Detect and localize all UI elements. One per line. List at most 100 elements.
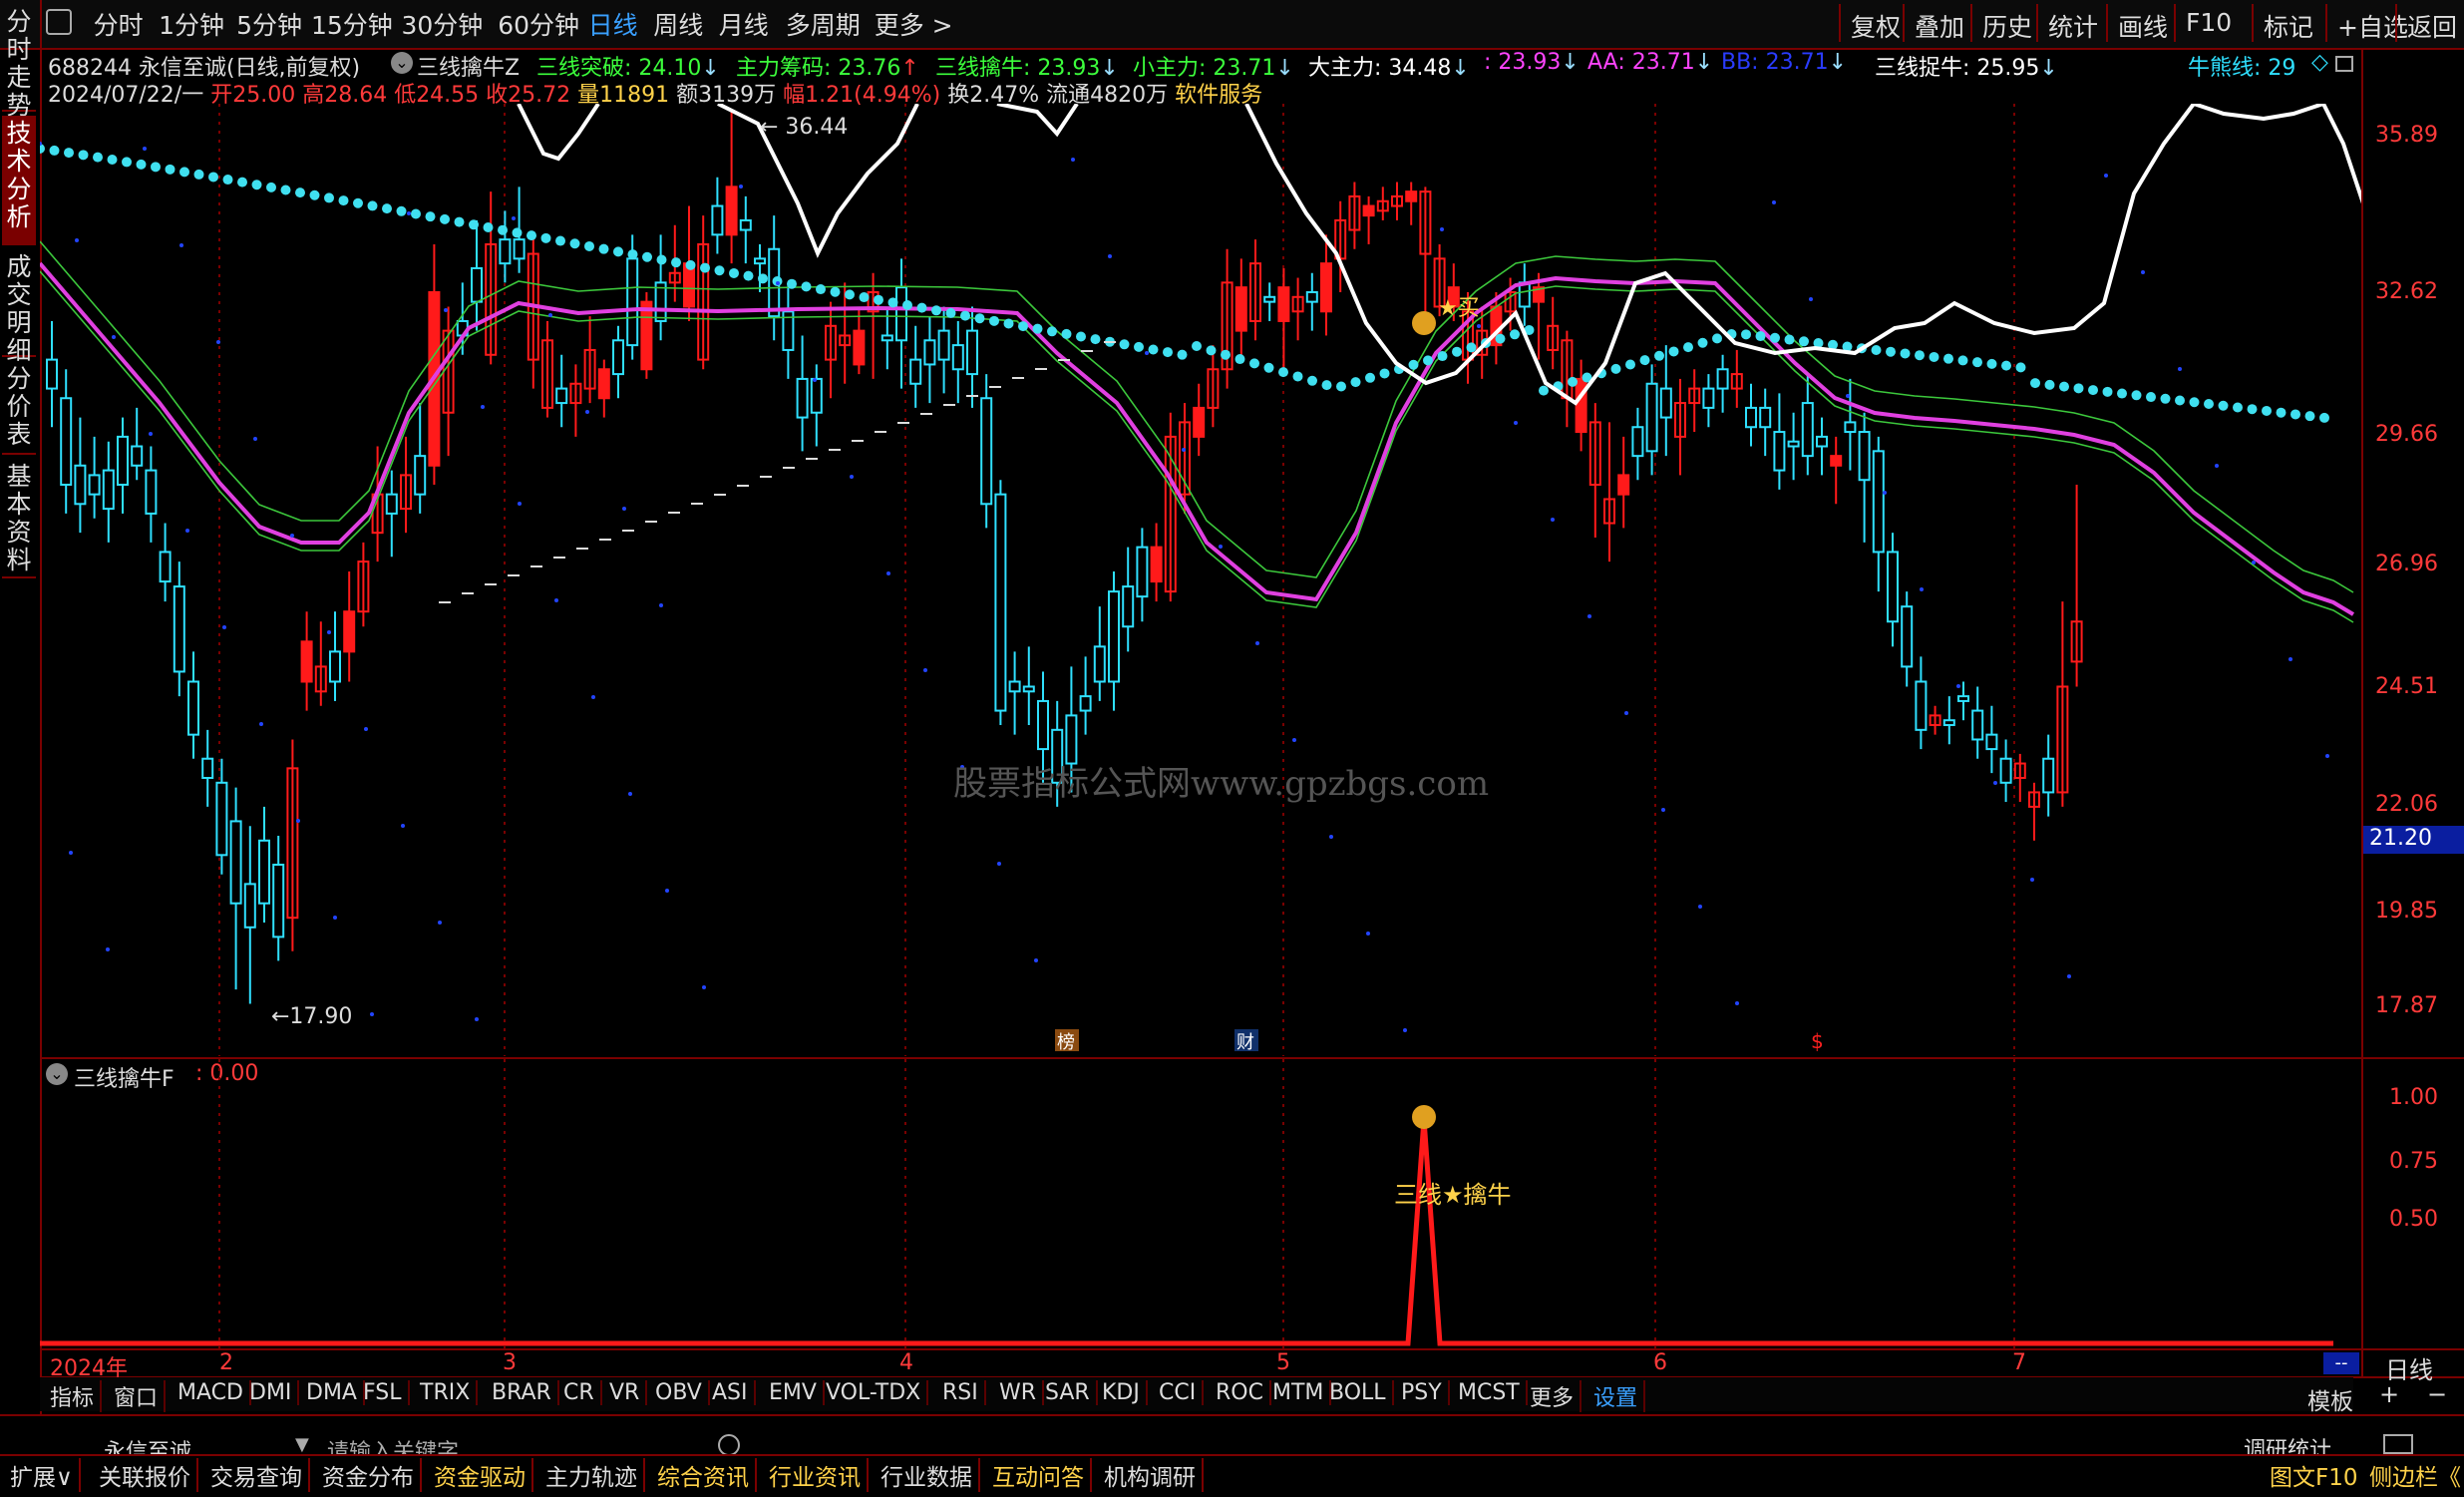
indicator-tab[interactable]: SAR [1039, 1380, 1098, 1405]
side-tab-profile[interactable]: 基本资料 [2, 459, 36, 578]
candle [1221, 248, 1233, 389]
indicator-tab[interactable]: WR [993, 1380, 1045, 1405]
toolbar-button[interactable]: 历史 [1970, 4, 2042, 42]
side-tab-price-table[interactable]: 分价表 [2, 361, 36, 455]
side-tab-trades[interactable]: 成交明细 [2, 249, 36, 365]
footer-tab[interactable]: 交易查询 [204, 1458, 310, 1492]
footer-tab[interactable]: 综合资讯 [651, 1458, 757, 1492]
footer-tab[interactable]: 主力轨迹 [539, 1458, 645, 1492]
footer-tab[interactable]: 互动问答 [986, 1458, 1092, 1492]
indicator-tab[interactable]: FSL [357, 1380, 410, 1405]
panel-max-icon[interactable] [2335, 56, 2353, 72]
noise-dot [364, 727, 368, 731]
period-tab[interactable]: 5分钟 [236, 6, 302, 42]
noise-dot [475, 1017, 479, 1021]
indicator-tab[interactable]: 指标 [44, 1380, 103, 1412]
candle [1291, 277, 1304, 341]
toolbar-button[interactable]: 画线 [2106, 4, 2178, 42]
period-tab[interactable]: 多周期 [786, 6, 861, 42]
candle [1901, 591, 1914, 687]
noise-dot [2288, 657, 2292, 661]
candle [46, 320, 58, 428]
indicator-tab[interactable]: DMA [300, 1380, 365, 1405]
period-tab[interactable]: 日线 [588, 6, 638, 42]
noise-dot [813, 378, 817, 382]
grid-icon[interactable] [2383, 1434, 2413, 1454]
indicator-tab[interactable]: BRAR [486, 1380, 559, 1405]
footer-sidebar[interactable]: 侧边栏《 [2369, 1458, 2461, 1492]
side-tab-tech-analysis[interactable]: 技术分析 [2, 116, 36, 245]
indicator-tab[interactable]: 窗口 [108, 1380, 167, 1412]
template-button[interactable]: 模板 [2307, 1382, 2353, 1416]
research-stats[interactable]: 调研统计 [2244, 1432, 2331, 1456]
period-tab[interactable]: 更多 > [875, 6, 953, 42]
indicator-tab[interactable]: OBV [649, 1380, 710, 1405]
toolbar-button[interactable]: 返回 [2395, 4, 2464, 42]
indicator-tab[interactable]: EMV [763, 1380, 825, 1405]
indicator-tab[interactable]: RSI [936, 1380, 986, 1405]
indicator-tab[interactable]: ASI [706, 1380, 756, 1405]
indicator-tab[interactable]: CR [557, 1380, 602, 1405]
search-dropdown-icon[interactable]: ▼ [295, 1434, 309, 1455]
candle [2056, 601, 2069, 807]
cai-label: 财 [1236, 1032, 1254, 1053]
period-tab[interactable]: 60分钟 [498, 6, 579, 42]
period-tab[interactable]: 1分钟 [159, 6, 224, 42]
toolbar-button[interactable]: 统计 [2036, 4, 2108, 42]
kline-chart[interactable]: ← 36.44 ←17.90 ★买榜 财 $ [40, 104, 2361, 1056]
footer-f10[interactable]: 图文F10 [2270, 1458, 2358, 1492]
legend-arrow: ↓ [1275, 56, 1294, 81]
candle [1773, 393, 1786, 490]
footer-tab[interactable]: 关联报价 [93, 1458, 198, 1492]
indicator-tab[interactable]: MTM [1266, 1380, 1332, 1405]
indicator-tab[interactable]: DMI [243, 1380, 300, 1405]
toolbar-button[interactable]: 标记 [2252, 4, 2323, 42]
search-stock[interactable]: 永信至诚 [104, 1434, 191, 1456]
indicator-tab[interactable]: PSY [1395, 1380, 1450, 1405]
indicator-tab[interactable]: CCI [1153, 1380, 1205, 1405]
candle [1376, 187, 1389, 220]
toolbar-button[interactable]: F10 [2174, 4, 2242, 42]
candle [485, 191, 498, 365]
toolbar-button[interactable]: 复权 [1839, 4, 1911, 42]
toolbar-button[interactable]: 叠加 [1903, 4, 1974, 42]
period-tab[interactable]: 30分钟 [401, 6, 483, 42]
indicator-tab[interactable]: VOL-TDX [820, 1380, 929, 1405]
period-tab[interactable]: 分时 [94, 6, 144, 42]
noise-dot [1440, 227, 1444, 231]
candle [2070, 485, 2083, 687]
footer-tab[interactable]: 资金驱动 [428, 1458, 533, 1492]
remove-panel-button[interactable]: − [2427, 1380, 2447, 1408]
footer-tab[interactable]: 资金分布 [316, 1458, 422, 1492]
footer-tab[interactable]: 机构调研 [1098, 1458, 1204, 1492]
add-panel-button[interactable]: + [2379, 1380, 2399, 1408]
candle [1362, 195, 1375, 244]
indicator-tab[interactable]: KDJ [1096, 1380, 1148, 1405]
candle [711, 177, 724, 254]
candle [1249, 239, 1261, 341]
window-menu-icon[interactable] [46, 9, 72, 35]
search-icon[interactable] [718, 1434, 740, 1456]
period-tab[interactable]: 周线 [653, 6, 703, 42]
period-tab[interactable]: 月线 [719, 6, 769, 42]
indicator-tab[interactable]: MCST [1452, 1380, 1528, 1405]
footer-tab[interactable]: 行业资讯 [763, 1458, 869, 1492]
indicator-tab[interactable]: 设置 [1587, 1380, 1646, 1412]
indicator-tab[interactable]: BOLL [1323, 1380, 1394, 1405]
footer-tab[interactable]: 行业数据 [875, 1458, 980, 1492]
search-input[interactable]: 请输入关键字 [327, 1434, 459, 1456]
period-tab[interactable]: 15分钟 [311, 6, 393, 42]
indicator-tab[interactable]: TRIX [414, 1380, 479, 1405]
candle [951, 320, 964, 404]
collapse-icon[interactable]: ⌄ [391, 52, 413, 74]
time-axis-label: 7 [2012, 1350, 2026, 1375]
candle [1533, 272, 1545, 360]
indicator-tab[interactable]: VR [603, 1380, 648, 1405]
side-tab-minute[interactable]: 分时走势 [2, 4, 36, 120]
indicator-tab[interactable]: ROC [1210, 1380, 1271, 1405]
buy-annotation: ★买 [1438, 296, 1480, 321]
indicator-tab[interactable]: 更多 [1524, 1380, 1583, 1412]
signal-chart[interactable]: 三线★擒牛 [40, 1059, 2361, 1348]
indicator-tab[interactable]: MACD [172, 1380, 251, 1405]
footer-tab[interactable]: 扩展∨ [4, 1458, 81, 1492]
